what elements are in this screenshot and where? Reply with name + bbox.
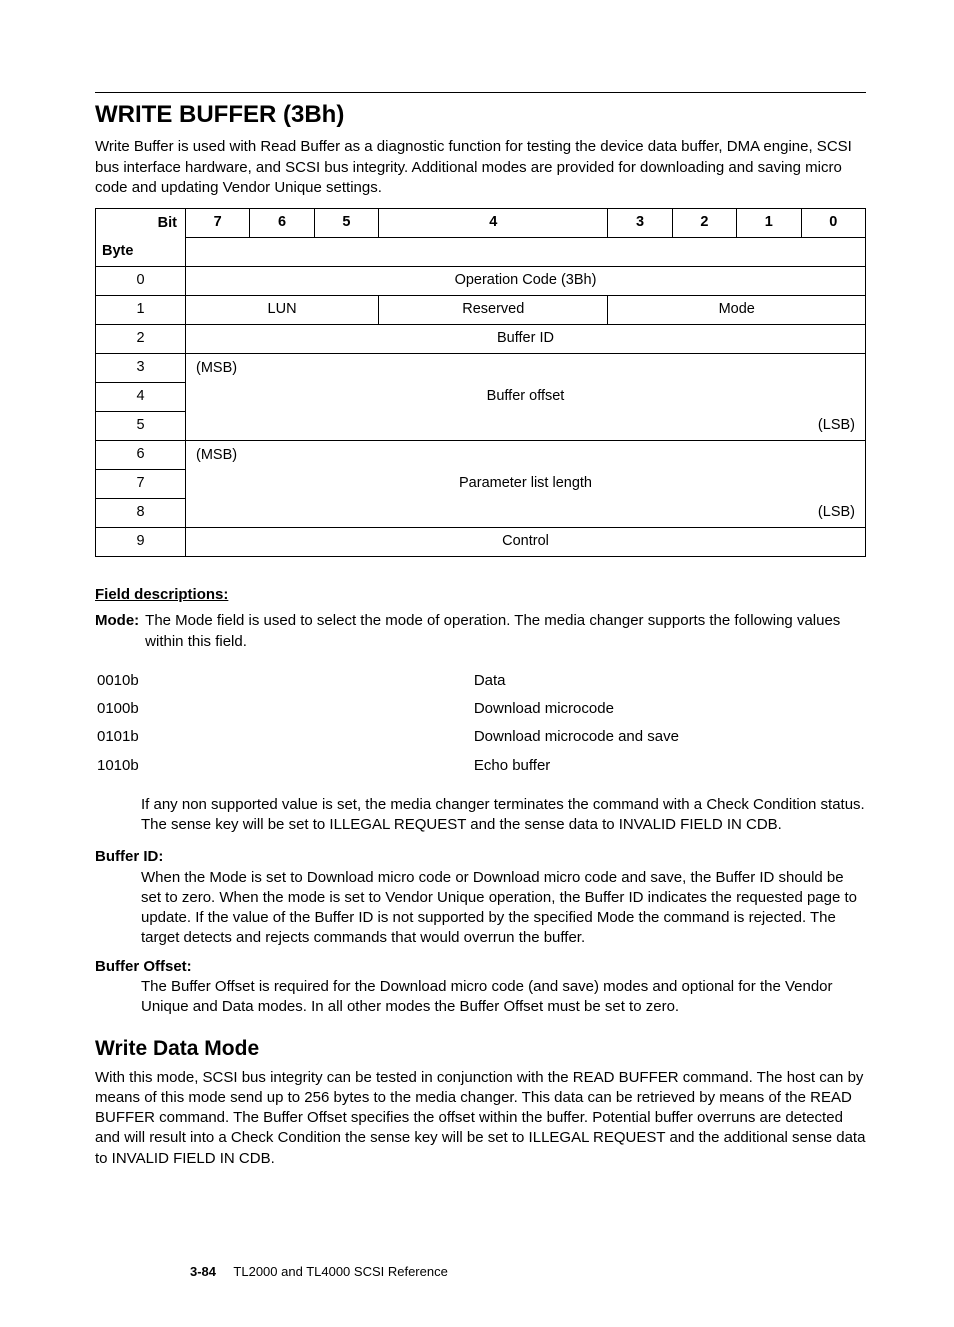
mode-code: 0100b [97, 696, 472, 722]
bit-4: 4 [379, 209, 608, 238]
byte-9: 9 [96, 528, 186, 557]
intro-paragraph: Write Buffer is used with Read Buffer as… [95, 137, 866, 198]
buffer-id-text: When the Mode is set to Download micro c… [141, 868, 866, 949]
mode-desc: Data [474, 668, 864, 694]
cell-opcode: Operation Code (3Bh) [186, 267, 866, 296]
mode-code: 0101b [97, 724, 472, 750]
page-title: WRITE BUFFER (3Bh) [95, 99, 866, 131]
mode-row: 0010b Data [97, 668, 864, 694]
header-spacer [186, 238, 866, 267]
bit-5: 5 [314, 209, 378, 238]
cell-control: Control [186, 528, 866, 557]
cdb-table: Bit 7 6 5 4 3 2 1 0 Byte 0 Operation Cod… [95, 208, 866, 557]
mode-desc: Download microcode and save [474, 724, 864, 750]
mode-row: 0100b Download microcode [97, 696, 864, 722]
buffer-offset-definition: Buffer Offset: The Buffer Offset is requ… [95, 957, 866, 1018]
section-rule [95, 92, 866, 93]
bit-7: 7 [186, 209, 250, 238]
subsection-title: Write Data Mode [95, 1035, 866, 1063]
cell-msb-1: (MSB) [186, 354, 866, 383]
byte-0: 0 [96, 267, 186, 296]
byte-5: 5 [96, 412, 186, 441]
cell-reserved: Reserved [379, 296, 608, 325]
doc-title: TL2000 and TL4000 SCSI Reference [233, 1264, 447, 1279]
mode-definition: Mode: The Mode field is used to select t… [95, 611, 866, 652]
page-number: 3-84 [190, 1264, 216, 1279]
byte-label: Byte [96, 238, 186, 267]
subsection-text: With this mode, SCSI bus integrity can b… [95, 1068, 866, 1169]
bit-2: 2 [672, 209, 736, 238]
bit-label: Bit [96, 209, 186, 238]
mode-desc: Echo buffer [474, 753, 864, 779]
byte-1: 1 [96, 296, 186, 325]
byte-2: 2 [96, 325, 186, 354]
byte-8: 8 [96, 499, 186, 528]
byte-4: 4 [96, 383, 186, 412]
field-descriptions-heading: Field descriptions: [95, 585, 866, 605]
cell-msb-2: (MSB) [186, 441, 866, 470]
mode-values-table: 0010b Data 0100b Download microcode 0101… [95, 666, 866, 781]
buffer-offset-term: Buffer Offset: [95, 957, 866, 977]
page-footer: 3-84 TL2000 and TL4000 SCSI Reference [190, 1263, 448, 1281]
bit-1: 1 [737, 209, 801, 238]
buffer-id-term: Buffer ID: [95, 847, 866, 867]
cell-param-len: Parameter list length [186, 470, 866, 499]
cell-lsb-2: (LSB) [186, 499, 866, 528]
cell-lun: LUN [186, 296, 379, 325]
byte-6: 6 [96, 441, 186, 470]
mode-followup: If any non supported value is set, the m… [141, 795, 866, 836]
mode-row: 0101b Download microcode and save [97, 724, 864, 750]
cell-buffer-offset: Buffer offset [186, 383, 866, 412]
bit-6: 6 [250, 209, 314, 238]
byte-7: 7 [96, 470, 186, 499]
mode-term: Mode: [95, 611, 139, 652]
mode-code: 0010b [97, 668, 472, 694]
bit-3: 3 [608, 209, 672, 238]
bit-0: 0 [801, 209, 865, 238]
buffer-offset-text: The Buffer Offset is required for the Do… [141, 977, 866, 1018]
mode-desc: Download microcode [474, 696, 864, 722]
mode-row: 1010b Echo buffer [97, 753, 864, 779]
mode-text: The Mode field is used to select the mod… [145, 611, 866, 652]
cell-mode: Mode [608, 296, 866, 325]
cell-lsb-1: (LSB) [186, 412, 866, 441]
buffer-id-definition: Buffer ID: When the Mode is set to Downl… [95, 847, 866, 948]
byte-3: 3 [96, 354, 186, 383]
cell-buffer-id: Buffer ID [186, 325, 866, 354]
mode-code: 1010b [97, 753, 472, 779]
